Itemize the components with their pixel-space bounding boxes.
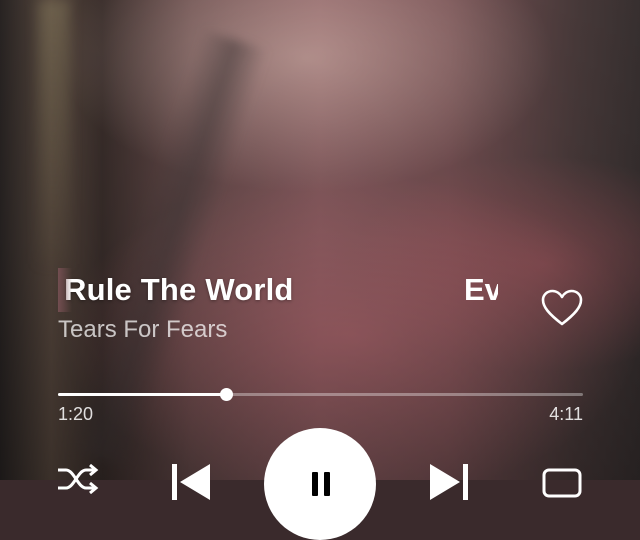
progress-bar[interactable]	[58, 388, 583, 401]
playback-controls	[0, 420, 640, 540]
shuffle-button[interactable]	[56, 463, 100, 499]
title-fade	[58, 268, 72, 312]
repeat-icon	[542, 468, 582, 498]
artist-name[interactable]: Tears For Fears	[58, 316, 227, 344]
like-button[interactable]	[540, 287, 584, 329]
video-background	[0, 0, 640, 480]
title-marquee: Rule The World Ev	[58, 268, 498, 312]
pause-icon	[310, 472, 332, 496]
track-info: Rule The World Ev Tears For Fears	[58, 268, 518, 343]
previous-button[interactable]	[170, 462, 212, 507]
repeat-button[interactable]	[540, 466, 584, 505]
background-shade	[0, 0, 640, 480]
track-title: Rule The World	[64, 272, 294, 307]
heart-outline-icon	[541, 289, 583, 326]
progress-fill	[58, 393, 226, 396]
progress-thumb[interactable]	[220, 388, 233, 401]
track-title-scroll-peek: Ev	[464, 272, 498, 307]
pause-button[interactable]	[264, 428, 376, 540]
shuffle-icon	[58, 463, 99, 495]
skip-next-icon	[430, 464, 468, 500]
next-button[interactable]	[428, 462, 470, 507]
skip-previous-icon	[172, 464, 210, 500]
